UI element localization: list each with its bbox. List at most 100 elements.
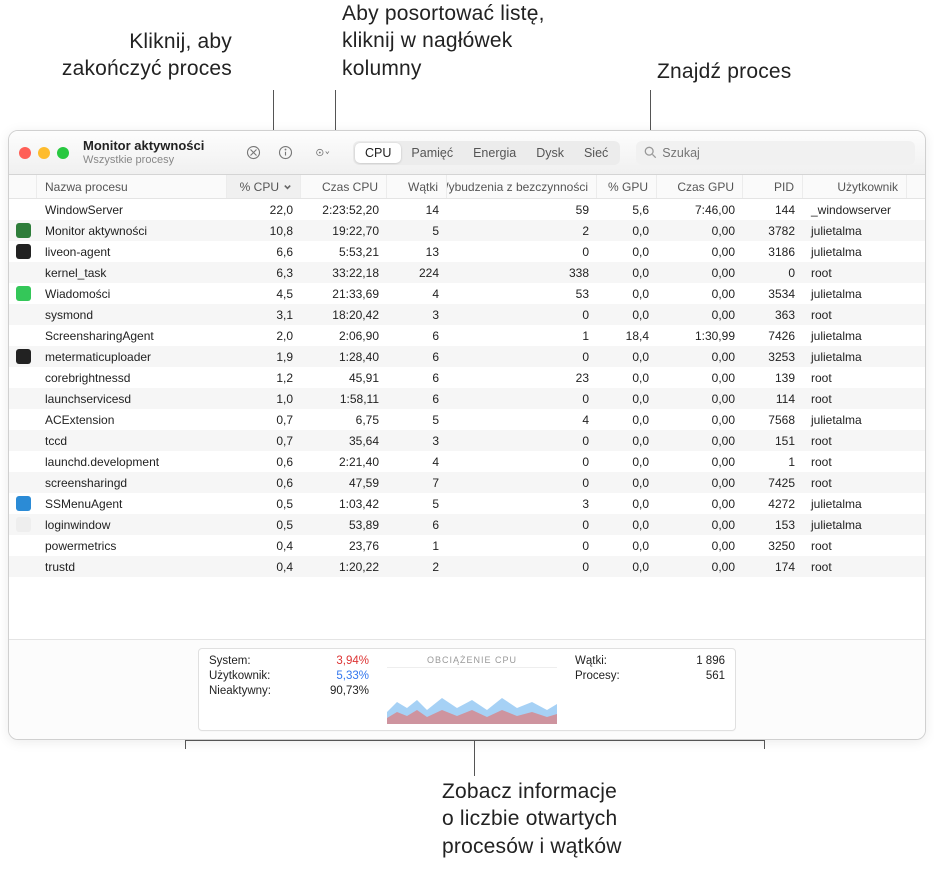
cell: 0,00 [657, 266, 743, 280]
tab-pamięć[interactable]: Pamięć [401, 143, 463, 163]
cell: 0,0 [597, 266, 657, 280]
cell: 3 [447, 497, 597, 511]
cell [9, 349, 37, 364]
table-row[interactable]: SSMenuAgent0,51:03,42530,00,004272juliet… [9, 493, 925, 514]
column-header[interactable]: % GPU [597, 175, 657, 198]
cell: 7426 [743, 329, 803, 343]
close-window-button[interactable] [19, 147, 31, 159]
column-header[interactable]: Czas GPU [657, 175, 743, 198]
cell: 5 [387, 224, 447, 238]
cell: 1,0 [227, 392, 301, 406]
table-header: Nazwa procesu% CPUCzas CPUWątkiWybudzeni… [9, 175, 925, 199]
search-field[interactable] [636, 141, 915, 165]
stat-user-value: 5,33% [336, 670, 369, 682]
cell: 35,64 [301, 434, 387, 448]
table-row[interactable]: launchservicesd1,01:58,11600,00,00114roo… [9, 388, 925, 409]
column-header[interactable]: Czas CPU [301, 175, 387, 198]
table-row[interactable]: liveon-agent6,65:53,211300,00,003186juli… [9, 241, 925, 262]
cell: 5,6 [597, 203, 657, 217]
cell: 4272 [743, 497, 803, 511]
column-header[interactable]: Nazwa procesu [37, 175, 227, 198]
column-header[interactable] [9, 175, 37, 198]
table-row[interactable]: corebrightnessd1,245,916230,00,00139root [9, 367, 925, 388]
cell: trustd [37, 560, 227, 574]
cell: 2 [447, 224, 597, 238]
cell: 3534 [743, 287, 803, 301]
search-input[interactable] [662, 146, 907, 160]
table-row[interactable]: screensharingd0,647,59700,00,007425root [9, 472, 925, 493]
cell: powermetrics [37, 539, 227, 553]
cell: liveon-agent [37, 245, 227, 259]
column-header[interactable]: % CPU [227, 175, 301, 198]
process-table-body[interactable]: WindowServer22,02:23:52,2014595,67:46,00… [9, 199, 925, 639]
inspect-process-button[interactable] [273, 142, 297, 164]
callout-sort: Aby posortować listę, kliknij w nagłówek… [342, 0, 572, 82]
cell [9, 496, 37, 511]
cell: 0,0 [597, 497, 657, 511]
table-row[interactable]: trustd0,41:20,22200,00,00174root [9, 556, 925, 577]
table-row[interactable]: tccd0,735,64300,00,00151root [9, 430, 925, 451]
cell: 0 [447, 560, 597, 574]
stat-user-label: Użytkownik: [209, 670, 270, 682]
table-row[interactable]: kernel_task6,333:22,182243380,00,000root [9, 262, 925, 283]
cell: 0,0 [597, 392, 657, 406]
cell: root [803, 266, 907, 280]
cell: _windowserver [803, 203, 907, 217]
column-header[interactable]: Wątki [387, 175, 447, 198]
table-row[interactable]: metermaticuploader1,91:28,40600,00,00325… [9, 346, 925, 367]
table-row[interactable]: WindowServer22,02:23:52,2014595,67:46,00… [9, 199, 925, 220]
cell: 47,59 [301, 476, 387, 490]
tab-energia[interactable]: Energia [463, 143, 526, 163]
cell: 59 [447, 203, 597, 217]
table-row[interactable]: ACExtension0,76,75540,00,007568julietalm… [9, 409, 925, 430]
cell: 18:20,42 [301, 308, 387, 322]
cell: 0,00 [657, 371, 743, 385]
cell: 139 [743, 371, 803, 385]
callout-line [474, 740, 475, 776]
cell: 3,1 [227, 308, 301, 322]
cell: launchservicesd [37, 392, 227, 406]
cell: ScreensharingAgent [37, 329, 227, 343]
cell [9, 244, 37, 259]
cell: 0,4 [227, 539, 301, 553]
quit-process-button[interactable] [241, 142, 265, 164]
cell: 0,4 [227, 560, 301, 574]
column-header[interactable]: Użytkownik [803, 175, 907, 198]
cell: 13 [387, 245, 447, 259]
cell: 3 [387, 434, 447, 448]
cell: root [803, 539, 907, 553]
cell: 6 [387, 350, 447, 364]
cell: 0,00 [657, 224, 743, 238]
cell: 0,7 [227, 413, 301, 427]
tab-cpu[interactable]: CPU [355, 143, 401, 163]
table-row[interactable]: ScreensharingAgent2,02:06,906118,41:30,9… [9, 325, 925, 346]
column-header[interactable]: PID [743, 175, 803, 198]
chart-title: OBCIĄŻENIE CPU [387, 655, 557, 668]
cell: 1 [387, 539, 447, 553]
zoom-window-button[interactable] [57, 147, 69, 159]
toolbar: Monitor aktywności Wszystkie procesy CPU… [9, 131, 925, 175]
cell: 144 [743, 203, 803, 217]
cell: 0 [447, 455, 597, 469]
cell: 3782 [743, 224, 803, 238]
options-menu-button[interactable] [305, 142, 339, 164]
cell: 0,0 [597, 308, 657, 322]
minimize-window-button[interactable] [38, 147, 50, 159]
cell: 0,00 [657, 245, 743, 259]
tab-sieć[interactable]: Sieć [574, 143, 618, 163]
cell: 6 [387, 518, 447, 532]
table-row[interactable]: sysmond3,118:20,42300,00,00363root [9, 304, 925, 325]
cell: 0 [743, 266, 803, 280]
cell: SSMenuAgent [37, 497, 227, 511]
table-row[interactable]: Monitor aktywności10,819:22,70520,00,003… [9, 220, 925, 241]
table-row[interactable]: loginwindow0,553,89600,00,00153julietalm… [9, 514, 925, 535]
window-title: Monitor aktywności [83, 139, 233, 153]
table-row[interactable]: powermetrics0,423,76100,00,003250root [9, 535, 925, 556]
cell: 53,89 [301, 518, 387, 532]
tab-dysk[interactable]: Dysk [526, 143, 574, 163]
cpu-percent-col: System:3,94% Użytkownik:5,33% Nieaktywny… [209, 655, 369, 724]
table-row[interactable]: launchd.development0,62:21,40400,00,001r… [9, 451, 925, 472]
column-header[interactable]: Wybudzenia z bezczynności [447, 175, 597, 198]
table-row[interactable]: Wiadomości4,521:33,694530,00,003534julie… [9, 283, 925, 304]
stat-threads-label: Wątki: [575, 655, 607, 667]
